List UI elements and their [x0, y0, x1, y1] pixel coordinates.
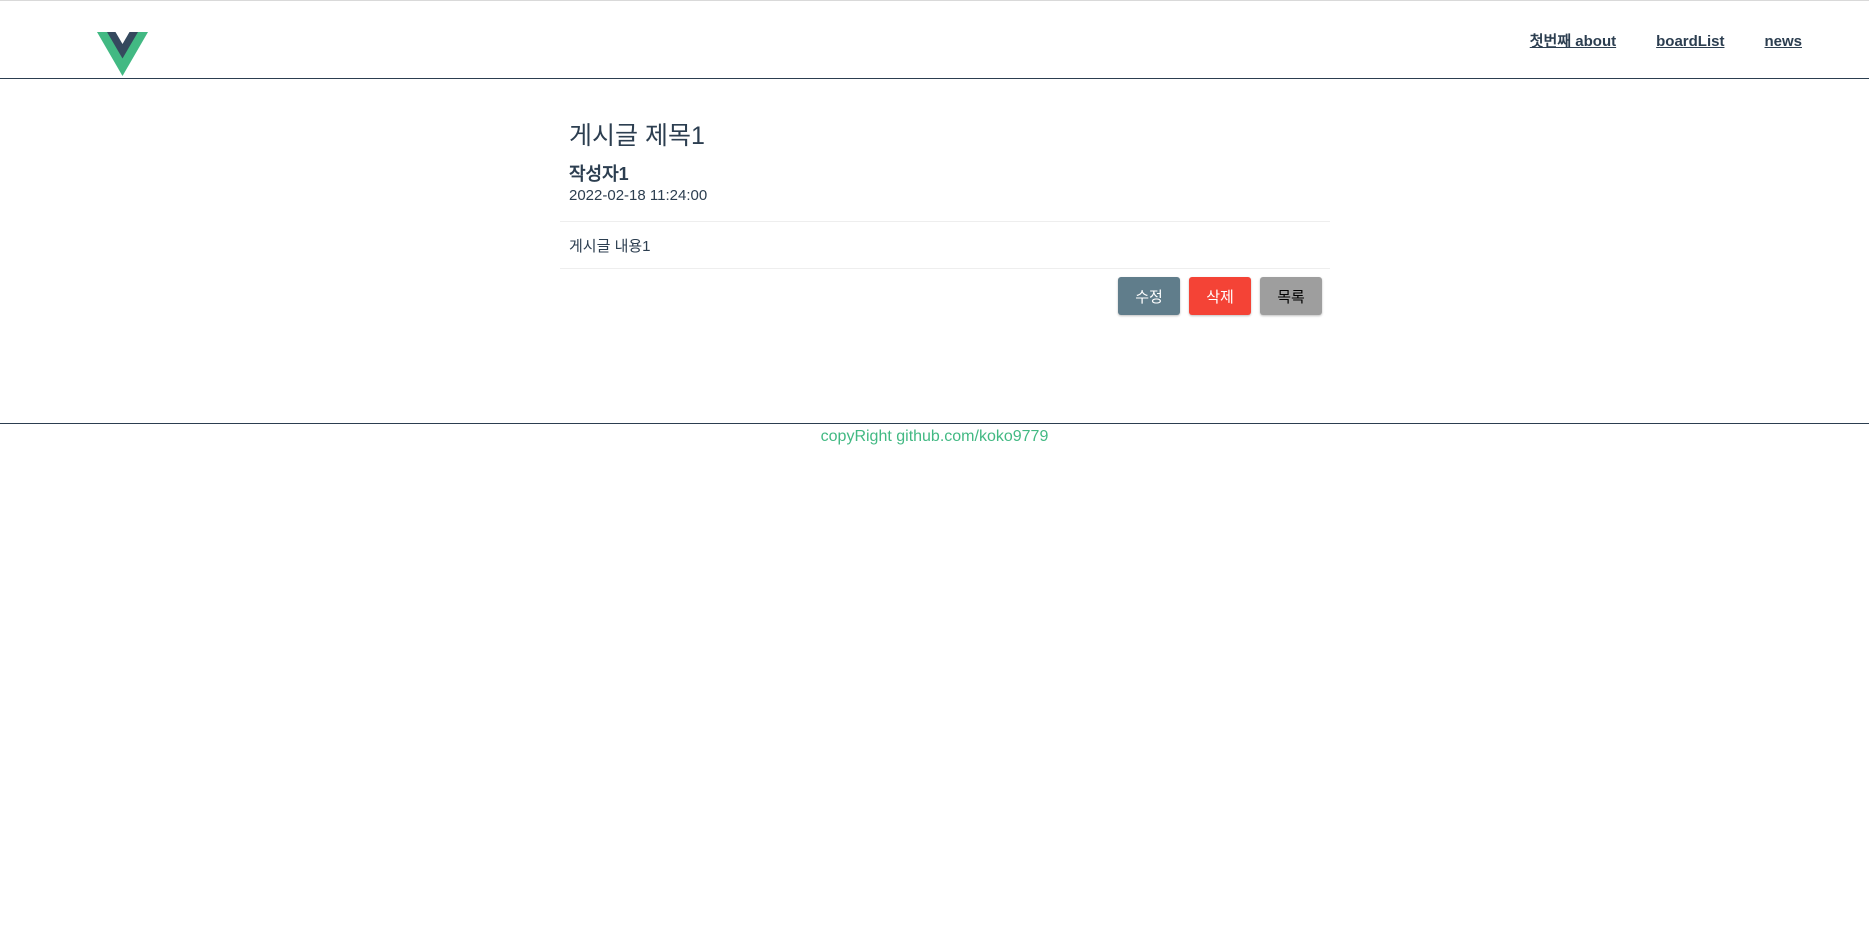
post-date: 2022-02-18 11:24:00 — [569, 187, 708, 204]
post-title: 게시글 제목1 — [569, 122, 705, 150]
post-writer: 작성자1 — [569, 164, 629, 184]
content-divider-top — [560, 221, 1330, 222]
delete-button[interactable]: 삭제 — [1189, 277, 1251, 315]
site-header: 첫번째 about boardList news — [0, 1, 1869, 79]
content-divider-bottom — [560, 268, 1330, 269]
action-buttons: 수정 삭제 목록 — [1118, 277, 1322, 315]
nav-link-boardlist[interactable]: boardList — [1656, 32, 1724, 52]
edit-button[interactable]: 수정 — [1118, 277, 1180, 315]
nav-link-news[interactable]: news — [1764, 32, 1802, 52]
list-button[interactable]: 목록 — [1260, 277, 1322, 315]
copyright-text: copyRight github.com/koko9779 — [820, 428, 1049, 445]
site-footer: copyRight github.com/koko9779 — [0, 423, 1869, 446]
main-nav: 첫번째 about boardList news — [1530, 32, 1802, 52]
vue-logo-icon[interactable] — [97, 32, 148, 76]
post-content: 게시글 내용1 — [569, 238, 651, 255]
nav-link-about[interactable]: 첫번째 about — [1530, 32, 1616, 52]
